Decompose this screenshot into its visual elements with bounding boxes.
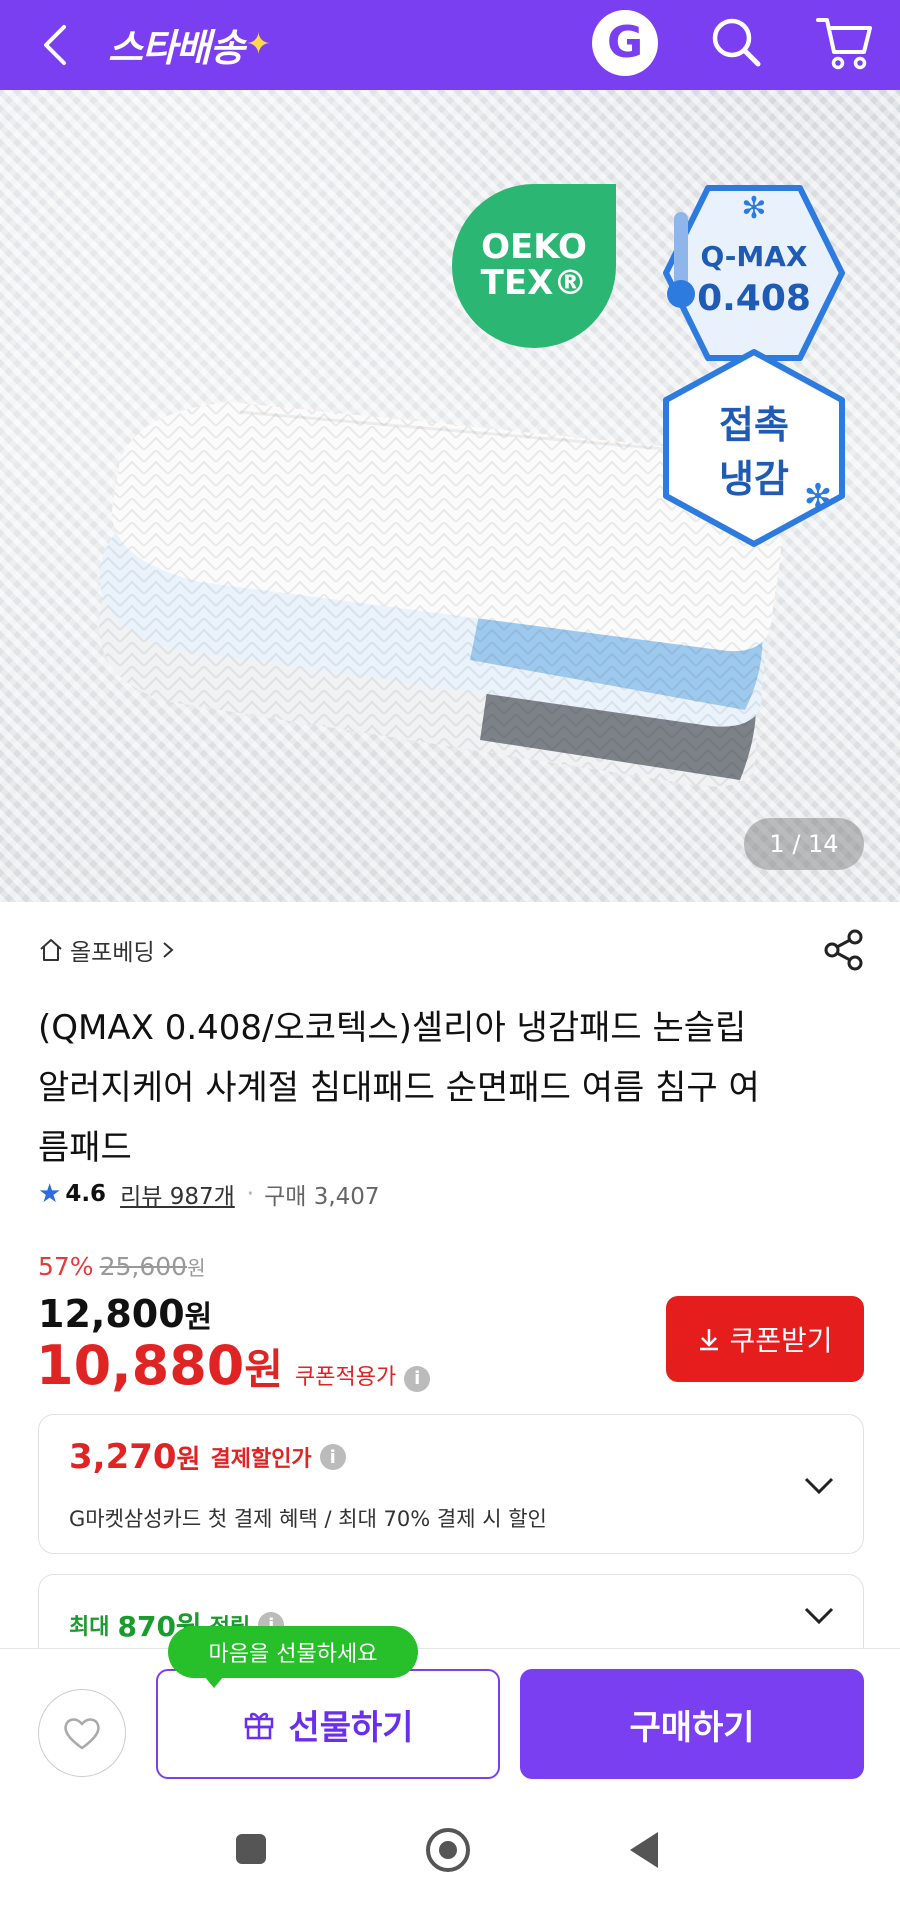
heart-icon [64, 1718, 100, 1750]
qmax-value: 0.408 [697, 278, 811, 319]
purchase-action-bar: 선물하기 구매하기 [0, 1648, 900, 1788]
seller-name: 올포베딩 [70, 940, 155, 966]
qmax-label: Q-MAX [700, 240, 808, 273]
search-icon [712, 18, 761, 67]
gift-tooltip: 마음을 선물하세요 [168, 1626, 418, 1688]
coupon-price-label: 쿠폰적용가 [295, 1365, 397, 1390]
review-link[interactable]: 리뷰 987개 [120, 1177, 235, 1211]
purchase-count: 구매 3,407 [264, 1184, 380, 1210]
share-button[interactable] [822, 928, 866, 972]
coupon-download-button[interactable]: 쿠폰받기 [666, 1296, 864, 1382]
g-logo-icon: G [606, 17, 644, 68]
coupon-price-value: 10,880 [36, 1334, 245, 1397]
chevron-down-icon [804, 1607, 834, 1625]
discount-rate: 57% [38, 1251, 94, 1281]
buy-button[interactable]: 구매하기 [520, 1669, 864, 1779]
cooling-line1: 접촉 [719, 403, 789, 447]
payment-discount-desc: G마켓삼성카드 첫 결제 혜택 / 최대 70% 결제 시 할인 [69, 1507, 547, 1531]
buy-button-label: 구매하기 [629, 1707, 755, 1748]
payment-discount-card[interactable]: 3,270 원 결제할인가 i G마켓삼성카드 첫 결제 혜택 / 최대 70% … [38, 1414, 864, 1554]
home-button[interactable] [426, 1828, 470, 1872]
separator-dot: · [246, 1181, 255, 1207]
product-image-carousel[interactable]: OEKO TEX® ✻ Q-MAX 0.408 ✻ 접촉 냉감 1 / 14 [0, 90, 900, 902]
brand-logo[interactable]: 스타배송 ✦ [108, 14, 271, 74]
search-button[interactable] [706, 12, 768, 74]
chevron-left-icon [44, 25, 66, 65]
chevron-down-icon [804, 1477, 834, 1495]
rating-row: ★ 4.6 리뷰 987개 · 구매 3,407 [38, 1174, 380, 1214]
cart-button[interactable] [812, 12, 878, 74]
wishlist-button[interactable] [38, 1689, 126, 1777]
system-nav-bar [0, 1788, 900, 1905]
recents-button[interactable] [236, 1834, 266, 1864]
payment-amount-unit: 원 [176, 1444, 201, 1475]
hexagon-frame: ✻ [663, 185, 845, 361]
svg-text:✻: ✻ [741, 191, 766, 226]
back-button[interactable] [28, 14, 82, 76]
payment-discount-amount: 3,270 원 결제할인가 i [69, 1437, 346, 1477]
system-back-button[interactable] [630, 1832, 658, 1868]
seller-link[interactable]: 올포베딩 [38, 932, 175, 968]
star-icon: ★ [38, 1179, 62, 1209]
image-counter: 1 / 14 [744, 818, 864, 870]
rating-score: 4.6 [65, 1181, 107, 1207]
cooling-line2: 냉감 [719, 457, 789, 501]
chevron-right-icon [162, 942, 174, 958]
sale-price-unit: 원 [184, 1300, 213, 1335]
top-app-bar: 스타배송 ✦ G [0, 0, 900, 90]
original-price-unit: 원 [187, 1255, 206, 1280]
oeko-line2: TEX® [480, 263, 588, 303]
home-dot-icon [439, 1841, 457, 1859]
payment-discount-label: 결제할인가 [210, 1447, 312, 1472]
oeko-tex-badge: OEKO TEX® [452, 184, 616, 348]
coupon-price-unit: 원 [244, 1345, 284, 1394]
sale-price: 12,800원 [38, 1292, 212, 1336]
contact-cooling-badge: ✻ 접촉 냉감 [660, 348, 848, 548]
payment-amount-value: 3,270 [69, 1437, 177, 1477]
info-icon[interactable]: i [404, 1365, 431, 1392]
download-icon [700, 1329, 719, 1351]
original-price: 25,600 [99, 1251, 188, 1281]
info-icon[interactable]: i [319, 1444, 346, 1470]
sale-price-value: 12,800 [38, 1292, 185, 1336]
brand-name: 스타배송 [108, 25, 245, 70]
points-prefix: 최대 [69, 1615, 110, 1640]
gift-button-label: 선물하기 [288, 1707, 414, 1748]
coupon-button-label: 쿠폰받기 [729, 1324, 833, 1357]
home-icon [40, 939, 62, 961]
gift-icon [245, 1712, 274, 1740]
coupon-price: 10,880 원 쿠폰적용가 i [36, 1334, 431, 1397]
qmax-badge: ✻ Q-MAX 0.408 [662, 182, 846, 364]
gmarket-home-button[interactable]: G [592, 10, 658, 76]
oeko-line1: OEKO [481, 227, 587, 268]
discount-line: 57% 25,600 원 [38, 1248, 205, 1284]
product-title: (QMAX 0.408/오코텍스)셀리아 냉감패드 논슬립 알러지케어 사계절 … [38, 1008, 760, 1168]
sparkle-icon: ✦ [245, 26, 271, 62]
cart-icon [816, 18, 872, 70]
share-icon [824, 929, 863, 971]
